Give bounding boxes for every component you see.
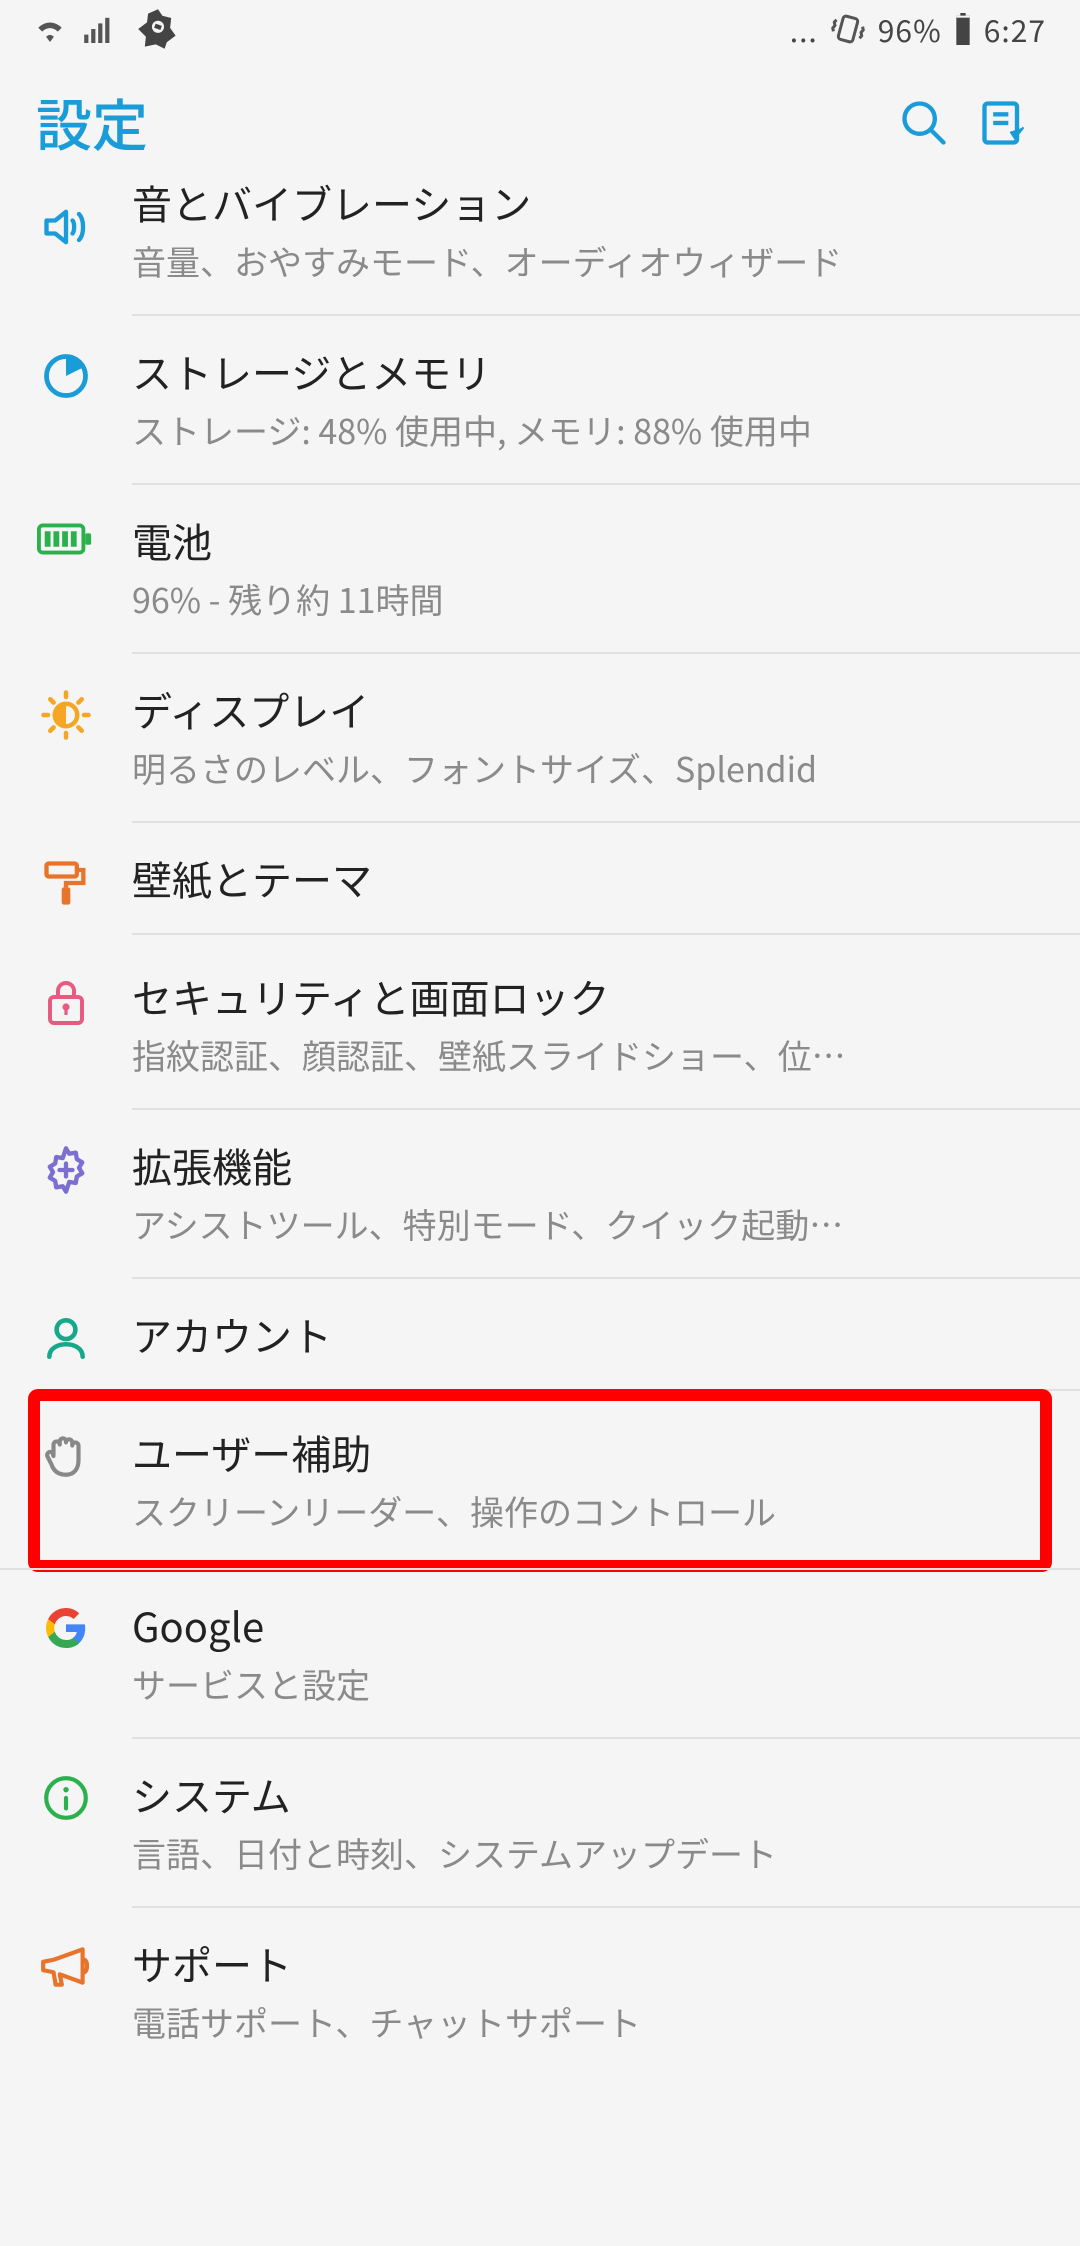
item-sub: 言語、日付と時刻、システムアップデート [132, 1827, 1044, 1878]
item-sub: 指紋認証、顔認証、壁紙スライドショー、位… [132, 1029, 1044, 1080]
item-sub: 電話サポート、チャットサポート [132, 1996, 1044, 2047]
item-title: サポート [132, 1936, 1044, 1990]
hand-icon [41, 1431, 91, 1481]
item-title: Google [132, 1598, 1044, 1652]
page-title: 設定 [36, 82, 884, 163]
app-header: 設定 [0, 58, 1080, 187]
settings-item-display[interactable]: ディスプレイ 明るさのレベル、フォントサイズ、Splendid [0, 654, 1080, 823]
time-text: 6:27 [984, 7, 1046, 51]
item-sub: スクリーンリーダー、操作のコントロール [132, 1485, 1044, 1536]
item-sub: アシストツール、特別モード、クイック起動… [132, 1198, 1044, 1249]
person-icon [41, 1313, 91, 1363]
item-title: 電池 [132, 513, 1044, 567]
feedback-icon [978, 97, 1030, 149]
item-title: 壁紙とテーマ [132, 851, 1044, 905]
gear-plus-icon [40, 1144, 92, 1196]
battery-text: 96% [878, 7, 942, 51]
avast-icon [136, 7, 180, 51]
battery-icon [37, 519, 95, 559]
settings-item-google[interactable]: Google サービスと設定 [0, 1568, 1080, 1739]
item-title: ディスプレイ [132, 682, 1044, 736]
settings-item-extensions[interactable]: 拡張機能 アシストツール、特別モード、クイック起動… [0, 1110, 1080, 1279]
status-right: ... 96% 6:27 [790, 7, 1046, 51]
settings-item-accessibility[interactable]: ユーザー補助 スクリーンリーダー、操作のコントロール [0, 1397, 1080, 1564]
info-icon [41, 1773, 91, 1823]
settings-item-battery[interactable]: 電池 96% - 残り約 11時間 [0, 485, 1080, 654]
roller-icon [40, 857, 92, 909]
google-icon [42, 1604, 90, 1652]
lock-icon [42, 975, 90, 1027]
item-sub: サービスと設定 [132, 1658, 1044, 1709]
battery-icon [954, 13, 972, 45]
item-title: ユーザー補助 [132, 1425, 1044, 1479]
item-title: セキュリティと画面ロック [132, 969, 1044, 1023]
wifi-icon [34, 16, 66, 42]
search-button[interactable] [884, 97, 964, 149]
settings-item-support[interactable]: サポート 電話サポート、チャットサポート [0, 1908, 1080, 2075]
feedback-button[interactable] [964, 97, 1044, 149]
brightness-icon [39, 688, 93, 742]
item-sub: ストレージ: 48% 使用中, メモリ: 88% 使用中 [132, 404, 1044, 455]
item-title: ストレージとメモリ [132, 344, 1044, 398]
megaphone-icon [39, 1942, 93, 1990]
signal-icon [84, 15, 118, 43]
status-left [34, 7, 180, 51]
item-sub: 96% - 残り約 11時間 [132, 573, 1044, 624]
settings-item-wallpaper[interactable]: 壁紙とテーマ [0, 823, 1080, 941]
settings-item-security[interactable]: セキュリティと画面ロック 指紋認証、顔認証、壁紙スライドショー、位… [0, 941, 1080, 1110]
search-icon [898, 97, 950, 149]
item-title: 音とバイブレーション [132, 175, 1044, 229]
settings-list: 音とバイブレーション 音量、おやすみモード、オーディオウィザード ストレージとメ… [0, 187, 1080, 2075]
item-title: アカウント [132, 1307, 1044, 1361]
settings-item-system[interactable]: システム 言語、日付と時刻、システムアップデート [0, 1739, 1080, 1908]
item-title: システム [132, 1767, 1044, 1821]
item-sub: 明るさのレベル、フォントサイズ、Splendid [132, 742, 1044, 793]
settings-item-storage[interactable]: ストレージとメモリ ストレージ: 48% 使用中, メモリ: 88% 使用中 [0, 316, 1080, 485]
status-ellipsis: ... [790, 7, 818, 51]
speaker-icon [40, 201, 92, 253]
item-sub: 音量、おやすみモード、オーディオウィザード [132, 235, 1044, 286]
item-title: 拡張機能 [132, 1138, 1044, 1192]
status-bar: ... 96% 6:27 [0, 0, 1080, 58]
storage-icon [40, 350, 92, 402]
vibrate-icon [830, 11, 866, 47]
settings-item-sound[interactable]: 音とバイブレーション 音量、おやすみモード、オーディオウィザード [0, 187, 1080, 316]
settings-item-account[interactable]: アカウント [0, 1279, 1080, 1397]
